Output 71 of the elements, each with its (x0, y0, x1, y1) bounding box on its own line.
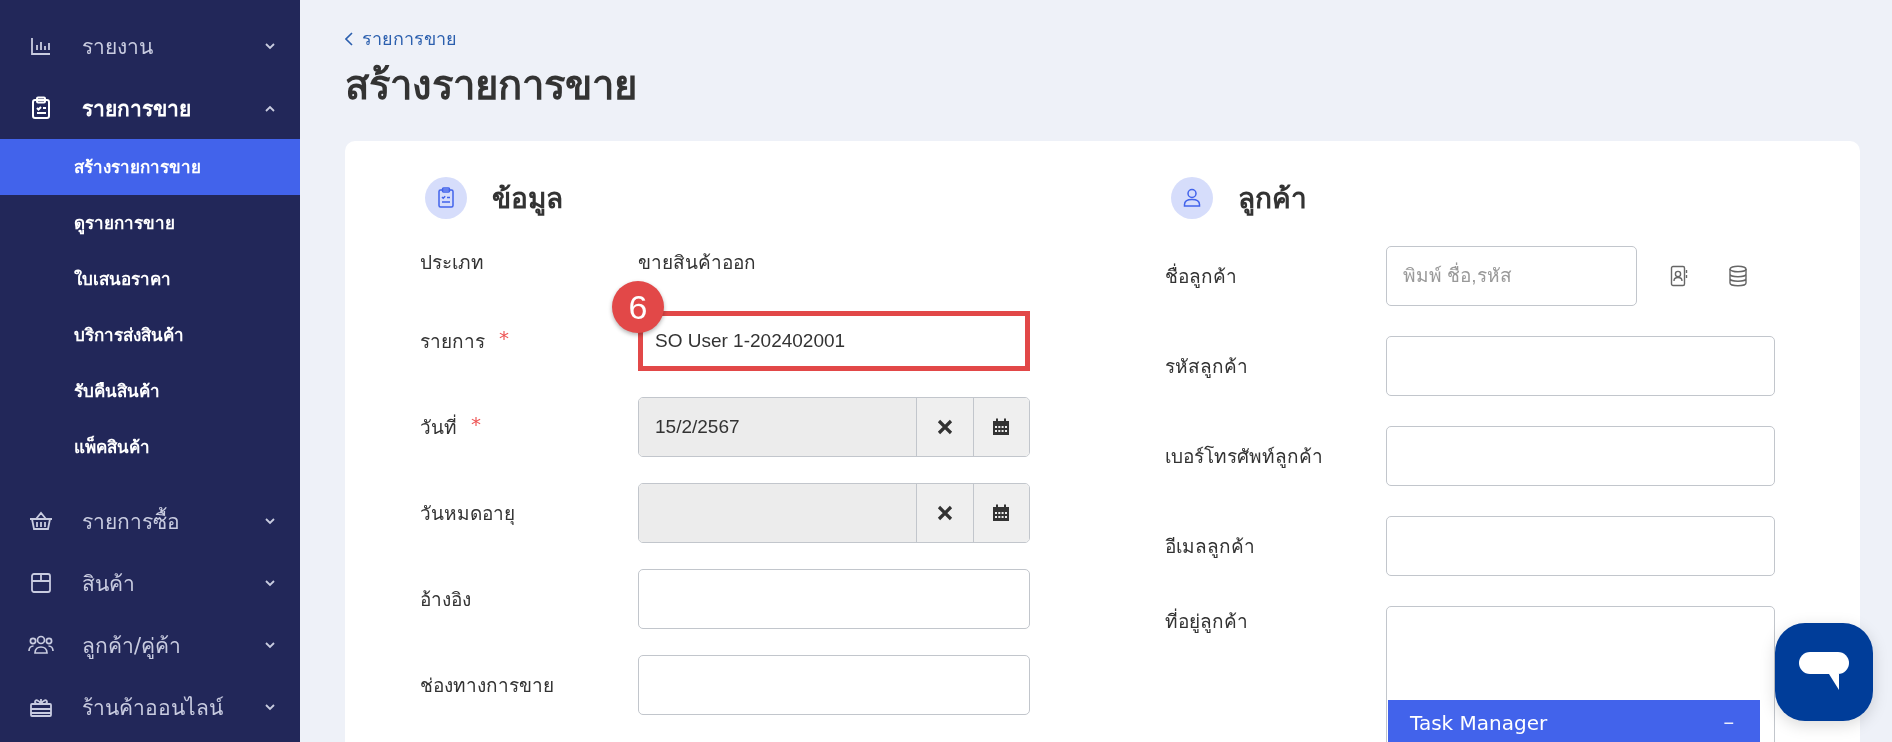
step-number-badge: 6 (612, 281, 664, 333)
database-button[interactable] (1728, 265, 1748, 287)
submenu-item[interactable]: บริการส่งสินค้า (0, 307, 300, 363)
page-title: สร้างรายการขาย (345, 61, 638, 110)
submenu-item[interactable]: ดูรายการขาย (0, 195, 300, 251)
clear-button[interactable] (916, 398, 973, 456)
field-label: ที่อยู่ลูกค้า (1165, 607, 1248, 635)
task-manager-bar[interactable]: Task Manager − (1388, 700, 1760, 742)
calendar-button[interactable] (972, 484, 1029, 542)
field-label: ชื่อลูกค้า (1165, 262, 1237, 290)
search-field[interactable]: พิมพ์ ชื่อ,รหัส (1386, 246, 1637, 306)
date-field[interactable]: 15/2/2567 (638, 397, 1030, 457)
field-label: รายการ (420, 329, 485, 354)
chat-bubble-icon (1799, 652, 1849, 692)
person-icon (1171, 177, 1213, 219)
section-title: ลูกค้า (1238, 181, 1307, 218)
input-field[interactable] (638, 569, 1030, 629)
calendar-button[interactable] (972, 398, 1029, 456)
submenu-item[interactable]: รับคืนสินค้า (0, 363, 300, 419)
field-label: วันที่ (420, 413, 457, 440)
contact-book-button[interactable] (1670, 265, 1688, 287)
bar-chart-icon (30, 36, 52, 56)
chevron-down-icon (264, 42, 276, 50)
clear-button[interactable] (916, 484, 973, 542)
clipboard-icon (31, 96, 51, 120)
chevron-down-icon (264, 579, 276, 587)
field-label: เบอร์โทรศัพท์ลูกค้า (1165, 444, 1323, 470)
clear-icon (936, 505, 953, 521)
section-title: ข้อมูล (492, 181, 563, 218)
field-label: อีเมลลูกค้า (1165, 534, 1255, 560)
field-label: ประเภท (420, 250, 484, 275)
sidebar-item[interactable]: รายงาน (0, 15, 300, 77)
field-label: รหัสลูกค้า (1165, 354, 1248, 380)
submenu-item[interactable]: ใบเสนอราคา (0, 251, 300, 307)
calendar-icon (992, 418, 1011, 436)
sidebar-item[interactable]: ลูกค้า/คู่ค้า (0, 614, 300, 676)
field-value: ขายสินค้าออก (638, 250, 757, 275)
sidebar-item[interactable]: รายการซื้อ (0, 490, 300, 552)
basket-icon (29, 511, 53, 531)
input-field[interactable] (638, 655, 1030, 715)
required-mark: * (471, 412, 481, 436)
chevron-down-icon (264, 641, 276, 649)
chevron-up-icon (264, 104, 276, 112)
breadcrumb-link[interactable]: รายการขาย (345, 24, 457, 53)
date-field[interactable] (638, 483, 1030, 543)
clear-icon (936, 419, 953, 435)
task-manager-title: Task Manager (1410, 711, 1548, 735)
people-icon (28, 635, 54, 655)
calendar-icon (992, 504, 1011, 522)
sidebar-item[interactable]: รายการขาย (0, 77, 300, 139)
input-field[interactable] (1386, 516, 1775, 576)
minimize-button[interactable]: − (1719, 712, 1738, 734)
required-mark: * (499, 326, 509, 350)
contact-book-icon (1670, 265, 1688, 287)
input-field[interactable] (1386, 426, 1775, 486)
database-icon (1728, 265, 1748, 287)
submenu-item[interactable]: สร้างรายการขาย (0, 139, 300, 195)
submenu-item[interactable]: แพ็คสินค้า (0, 419, 300, 475)
box-icon (30, 572, 52, 594)
chevron-left-icon (345, 31, 353, 46)
gift-icon (29, 696, 53, 718)
input-field[interactable] (1386, 336, 1775, 396)
clipboard-icon (425, 177, 467, 219)
sidebar-item[interactable]: ร้านค้าออนไลน์ (0, 676, 300, 738)
chevron-down-icon (264, 703, 276, 711)
chevron-down-icon (264, 517, 276, 525)
field-label: วันหมดอายุ (420, 501, 515, 527)
chat-button[interactable] (1775, 623, 1873, 721)
field-label: ช่องทางการขาย (420, 673, 554, 698)
field-label: อ้างอิง (420, 587, 471, 612)
sidebar-item[interactable]: สินค้า (0, 552, 300, 614)
